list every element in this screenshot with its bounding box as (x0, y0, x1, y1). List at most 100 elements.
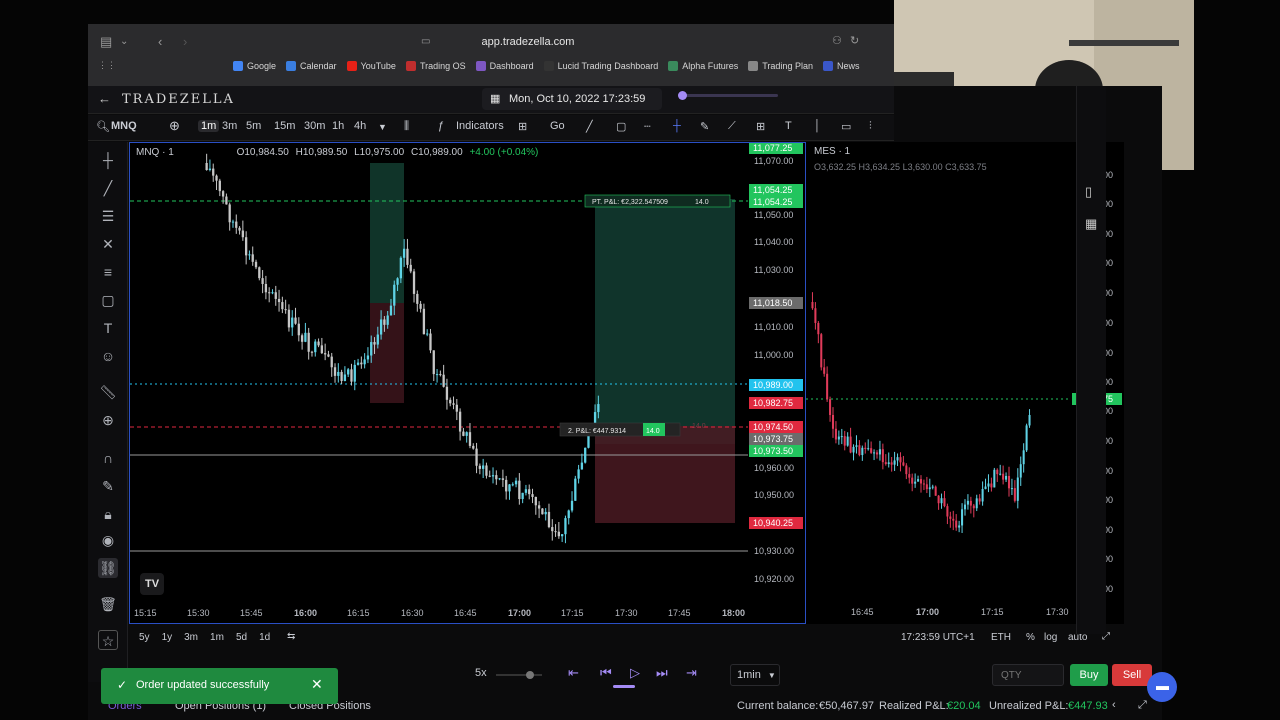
date-range-icon[interactable]: ⇆ (287, 631, 295, 642)
utc-clock[interactable]: 17:23:59 UTC+1 (901, 632, 975, 643)
chat-support-button[interactable]: ▬ (1147, 672, 1177, 702)
bookmark-item[interactable]: Lucid Trading Dashboard (543, 61, 658, 71)
magnet-tool-icon[interactable]: ∩ (98, 448, 118, 468)
extensions-icon[interactable]: ⚇ (832, 34, 842, 47)
replay-progress-knob[interactable] (678, 91, 687, 100)
shape-tool-icon[interactable]: ▢ (98, 290, 118, 310)
range-3m[interactable]: 3m (184, 632, 198, 643)
comment-icon[interactable]: ▭ (841, 120, 851, 133)
path-icon[interactable]: ⟋ (728, 120, 736, 133)
range-1d[interactable]: 1d (259, 632, 270, 643)
range-5y[interactable]: 5y (139, 632, 150, 643)
pen-icon[interactable]: ✎ (700, 120, 709, 133)
timeframe-1h[interactable]: 1h (332, 120, 344, 132)
candle-type-icon[interactable]: ⫼ (404, 120, 409, 133)
address-bar[interactable]: app.tradezella.com (418, 32, 638, 52)
interval-select[interactable]: 1min ▼ (730, 664, 780, 686)
jump-end-icon[interactable]: ⇥ (686, 665, 697, 681)
bookmark-item[interactable]: Calendar (286, 61, 337, 71)
buy-button[interactable]: Buy (1070, 664, 1108, 686)
text-tool-icon[interactable]: T (98, 318, 118, 338)
bookmark-item[interactable]: Dashboard (475, 61, 534, 71)
trash-icon[interactable]: 🗑︎ (98, 594, 118, 614)
mnq-candle (383, 319, 386, 325)
sell-button[interactable]: Sell (1112, 664, 1152, 686)
rectangle-icon[interactable]: ▢ (616, 120, 626, 133)
bookmark-item[interactable]: Google (233, 61, 276, 71)
indicators-icon[interactable]: ƒ (438, 120, 444, 132)
quantity-input[interactable] (992, 664, 1064, 686)
step-back-icon[interactable]: ⏮︎ (600, 665, 612, 681)
link-icon[interactable]: ⛓︎ (98, 558, 118, 578)
bookmark-item[interactable]: Trading Plan (748, 61, 813, 71)
indicators-button[interactable]: Indicators (456, 120, 504, 132)
session-toggle[interactable]: ETH (991, 632, 1011, 643)
crosshair-tool-icon[interactable]: ┼ (98, 150, 118, 170)
step-forward-icon[interactable]: ⏭︎ (656, 665, 668, 681)
fib-tool-icon[interactable]: ☰ (98, 206, 118, 226)
settings-sliders-icon[interactable]: ⫶ (869, 120, 872, 133)
apps-grid-icon[interactable]: ⋮⋮ (98, 60, 116, 71)
layout-icon[interactable]: ⊞ (518, 120, 527, 133)
chevron-down-icon[interactable]: ▼ (378, 122, 387, 132)
mnq-chart-canvas[interactable]: PT. P&L: €2,322.547509 14.0 2. P&L: €447.9… (130, 143, 805, 623)
range-1y[interactable]: 1y (162, 632, 173, 643)
lock-icon[interactable]: 🔒︎ (98, 504, 118, 524)
timeframe-15m[interactable]: 15m (274, 120, 295, 132)
search-icon[interactable]: 🔍︎ (96, 120, 110, 133)
calendar-icon[interactable]: ▦ (1085, 216, 1097, 232)
horizontal-line-icon[interactable]: ┄ (644, 120, 651, 133)
price-tag: 10,973.75 (753, 434, 793, 444)
range-5d[interactable]: 5d (236, 632, 247, 643)
trendline-icon[interactable]: ╱ (586, 120, 593, 133)
zoom-tool-icon[interactable]: ⊕ (98, 410, 118, 430)
timeframe-5m[interactable]: 5m (246, 120, 261, 132)
pattern-tool-icon[interactable]: ✕ (98, 234, 118, 254)
mes-candle (961, 509, 964, 526)
journal-book-icon[interactable]: ▯ (1085, 184, 1092, 200)
add-symbol-icon[interactable]: ⊕ (169, 118, 180, 134)
ruler-tool-icon[interactable]: 📏︎ (98, 382, 118, 402)
bookmark-item[interactable]: YouTube (346, 61, 396, 71)
close-icon[interactable]: ✕ (311, 676, 323, 693)
eye-icon[interactable]: ◉ (98, 530, 118, 550)
replay-datetime[interactable]: ▦ Mon, Oct 10, 2022 17:23:59 (482, 88, 662, 110)
forward-icon[interactable]: › (183, 34, 187, 49)
back-arrow-icon[interactable]: ← (98, 91, 111, 106)
symbol-input[interactable]: MNQ (111, 120, 137, 132)
bookmark-item[interactable]: Trading OS (405, 61, 466, 71)
collapse-icon[interactable]: ‹ (1112, 699, 1116, 711)
bookmark-item[interactable]: News (822, 61, 859, 71)
price-axis-label: 11,070.00 (754, 156, 793, 166)
timeframe-1m[interactable]: 1m (198, 120, 220, 132)
crosshair-icon[interactable]: ┼ (673, 120, 681, 132)
timeframe-30m[interactable]: 30m (304, 120, 325, 132)
timeframe-4h[interactable]: 4h (354, 120, 366, 132)
mnq-chart[interactable]: PT. P&L: €2,322.547509 14.0 2. P&L: €447.9… (129, 142, 806, 624)
text-icon[interactable]: T (785, 120, 792, 132)
range-1m[interactable]: 1m (210, 632, 224, 643)
timeframe-3m[interactable]: 3m (222, 120, 237, 132)
trendline-tool-icon[interactable]: ╱ (98, 178, 118, 198)
percent-toggle[interactable]: % (1026, 632, 1035, 643)
channel-tool-icon[interactable]: ≡ (98, 262, 118, 282)
favorites-star-icon[interactable]: ☆ (98, 630, 118, 650)
expand-icon[interactable]: ⤢ (1138, 699, 1147, 712)
play-icon[interactable]: ▷ (630, 665, 640, 681)
reload-icon[interactable]: ↻ (850, 34, 859, 47)
draw-mode-icon[interactable]: ✎ (98, 476, 118, 496)
vertical-line-icon[interactable]: │ (814, 120, 821, 132)
bookmark-item[interactable]: Alpha Futures (668, 61, 738, 71)
chevron-down-icon[interactable]: ⌄ (120, 36, 128, 47)
speed-slider[interactable] (496, 671, 542, 679)
mes-candle (940, 498, 943, 504)
jump-start-icon[interactable]: ⇤ (568, 665, 579, 681)
emoji-tool-icon[interactable]: ☺ (98, 346, 118, 366)
grid-icon[interactable]: ⊞ (756, 120, 765, 133)
speed-knob[interactable] (526, 671, 534, 679)
go-button[interactable]: Go (550, 120, 565, 132)
back-icon[interactable]: ‹ (158, 34, 162, 49)
sidebar-toggle-icon[interactable]: ▤ (100, 34, 112, 50)
replay-progress-slider[interactable] (678, 91, 778, 100)
log-toggle[interactable]: log (1044, 632, 1057, 643)
